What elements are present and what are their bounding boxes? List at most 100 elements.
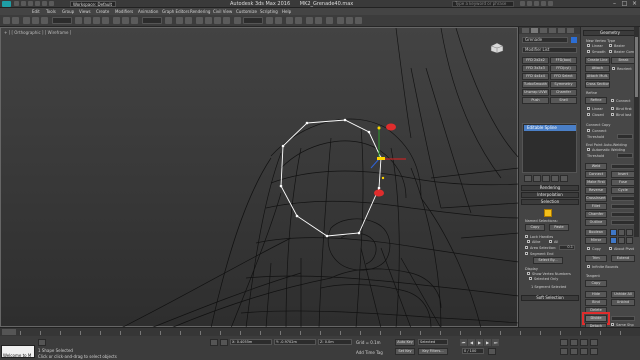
connect-copy-checkbox[interactable] <box>587 129 590 132</box>
unlink-icon[interactable] <box>32 17 39 24</box>
modifier-button-11[interactable]: Push <box>522 97 549 104</box>
rendered-frame-icon[interactable] <box>346 17 353 24</box>
motion-tab-icon[interactable] <box>549 28 556 33</box>
copy-selection-button[interactable]: Copy <box>525 224 545 231</box>
reverse-button[interactable]: Reverse <box>585 187 607 194</box>
z-coordinate-field[interactable]: Z: 0.0m <box>318 339 352 345</box>
select-scale-icon[interactable] <box>131 17 138 24</box>
go-to-start-icon[interactable]: ⏮ <box>460 339 467 346</box>
threshold-spinner[interactable] <box>617 134 633 139</box>
x-coordinate-field[interactable]: X: 0.4055m <box>230 339 272 345</box>
segment-subobject-icon[interactable] <box>544 209 552 217</box>
render-production-icon[interactable] <box>355 17 362 24</box>
selected-dropdown[interactable]: Selected <box>418 339 448 345</box>
spinner-snap-icon[interactable] <box>223 17 230 24</box>
modifier-button-3[interactable]: FFD 3x3x3 <box>522 65 549 72</box>
bind-space-warp-icon[interactable] <box>41 17 48 24</box>
modifier-button-8[interactable]: Symmetry <box>550 81 577 88</box>
menu-views[interactable]: Views <box>79 8 91 15</box>
zoom-all-icon[interactable] <box>570 339 578 346</box>
go-to-end-icon[interactable]: ⏭ <box>492 339 499 346</box>
area-selection-checkbox[interactable] <box>525 246 528 249</box>
zoom-extents-all-icon[interactable] <box>590 339 598 346</box>
selection-filter-dropdown[interactable] <box>52 17 72 24</box>
viewport-orthographic[interactable]: + ] [ Orthographic ] [ Wireframe ] <box>0 27 519 328</box>
mirror-horizontal-icon[interactable] <box>610 237 617 244</box>
chamfer-spinner[interactable] <box>611 212 635 217</box>
unhide-all-button[interactable]: Unhide All <box>611 291 635 298</box>
stack-item-editable-spline[interactable]: Editable Spline <box>524 125 576 131</box>
link-icon[interactable] <box>23 17 30 24</box>
modifier-button-6[interactable]: FFD Select <box>550 73 577 80</box>
menu-scripting[interactable]: Scripting <box>260 8 278 15</box>
make-first-button[interactable]: Make First <box>585 179 607 186</box>
maxscript-listener[interactable]: Welcome to M <box>1 345 35 358</box>
select-by-button[interactable]: Select By... <box>533 257 563 264</box>
favorites-icon[interactable] <box>541 1 546 6</box>
create-tab-icon[interactable] <box>522 28 529 33</box>
same-shape-checkbox[interactable] <box>611 323 614 326</box>
select-object-icon[interactable] <box>75 17 82 24</box>
outline-button[interactable]: Outline <box>585 219 607 226</box>
add-time-tag-text[interactable]: Add Time Tag <box>356 350 383 355</box>
modifier-button-12[interactable]: Shell <box>550 97 577 104</box>
modifier-stack[interactable]: Editable Spline <box>522 123 577 173</box>
refine-button[interactable]: Refine <box>585 97 607 104</box>
hide-button[interactable]: Hide <box>585 291 607 298</box>
close-icon[interactable]: × <box>630 0 639 7</box>
show-vertex-numbers-checkbox[interactable] <box>527 272 530 275</box>
percent-snap-icon[interactable] <box>214 17 221 24</box>
auto-key-button[interactable]: Auto Key <box>395 339 415 346</box>
modifier-button-2[interactable]: FFD(box) <box>550 57 577 64</box>
alike-radio[interactable] <box>527 240 530 243</box>
make-unique-icon[interactable] <box>542 175 550 182</box>
material-editor-icon[interactable] <box>326 17 333 24</box>
boolean-intersect-icon[interactable] <box>626 229 633 236</box>
about-pivot-checkbox[interactable] <box>609 247 612 250</box>
angle-snap-icon[interactable] <box>205 17 212 24</box>
project-folder-icon[interactable] <box>49 1 54 6</box>
curve-editor-icon[interactable] <box>306 17 313 24</box>
connect-checkbox[interactable] <box>611 99 614 102</box>
redo-icon[interactable] <box>12 17 19 24</box>
linear-radio[interactable] <box>587 44 590 47</box>
command-panel-scrollbar[interactable] <box>634 27 639 237</box>
select-move-icon[interactable] <box>113 17 120 24</box>
chamfer-button[interactable]: Chamfer <box>585 211 607 218</box>
menu-modifiers[interactable]: Modifiers <box>115 8 133 15</box>
menu-help[interactable]: Help <box>282 8 291 15</box>
connect-button[interactable]: Connect <box>585 171 607 178</box>
maximize-viewport-icon[interactable] <box>590 348 598 355</box>
communication-icon[interactable] <box>534 1 539 6</box>
object-name-input[interactable]: Grenade <box>522 37 568 43</box>
save-file-icon[interactable] <box>28 1 33 6</box>
orbit-icon[interactable] <box>580 348 588 355</box>
linear-checkbox[interactable] <box>587 107 590 110</box>
automatic-welding-checkbox[interactable] <box>587 148 590 151</box>
segment-end-checkbox[interactable] <box>525 252 528 255</box>
time-slider[interactable] <box>2 329 16 335</box>
menu-animation[interactable]: Animation <box>138 8 158 15</box>
subscription-icon[interactable] <box>527 1 532 6</box>
rollout-soft-selection[interactable]: Soft Selection <box>521 295 579 301</box>
selection-lock-icon[interactable] <box>210 339 218 346</box>
attach-mult-button[interactable]: Attach Mult. <box>585 73 610 80</box>
all-radio[interactable] <box>549 240 552 243</box>
bind-first-checkbox[interactable] <box>611 107 614 110</box>
modifier-button-7[interactable]: TurboSmooth <box>522 81 549 88</box>
menu-rendering[interactable]: Rendering <box>190 8 210 15</box>
mirror-vertical-icon[interactable] <box>618 237 625 244</box>
modifier-button-4[interactable]: FFD(cyl) <box>550 65 577 72</box>
crossinsert-button[interactable]: CrossInsert <box>585 195 607 202</box>
reorient-checkbox[interactable] <box>612 67 615 70</box>
closed-checkbox[interactable] <box>587 113 590 116</box>
rollout-rendering[interactable]: Rendering <box>521 185 579 191</box>
next-frame-icon[interactable]: ▶ <box>484 339 491 346</box>
edit-named-selection-icon[interactable] <box>234 17 241 24</box>
unbind-button[interactable]: Unbind <box>611 299 635 306</box>
time-configuration-icon[interactable] <box>488 348 496 355</box>
fillet-spinner[interactable] <box>611 204 635 209</box>
tangent-copy-button[interactable]: Copy <box>585 280 607 287</box>
current-frame-field[interactable]: 0 / 100 <box>462 348 484 354</box>
play-icon[interactable]: ▶ <box>476 339 483 346</box>
